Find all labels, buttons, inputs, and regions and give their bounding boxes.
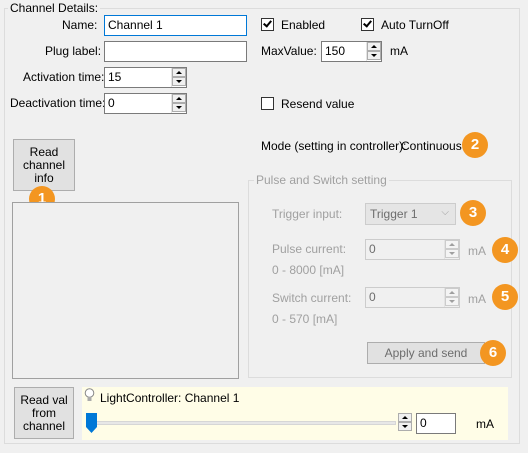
mode-value: Continuous	[401, 139, 462, 153]
deactivation-time-value: 0	[108, 96, 115, 110]
badge-6: 6	[480, 340, 506, 366]
spin-down-icon[interactable]	[367, 51, 381, 60]
checkmark-icon	[363, 18, 372, 28]
maxvalue-value: 150	[325, 44, 346, 58]
brightness-slider[interactable]	[86, 413, 396, 433]
spin-up-icon[interactable]	[445, 240, 459, 249]
resend-value-checkbox[interactable]	[261, 97, 274, 110]
channel-info-panel	[12, 202, 239, 379]
spin-down-icon[interactable]	[172, 77, 186, 86]
name-input[interactable]: Channel 1	[104, 15, 247, 36]
name-label: Name:	[62, 18, 98, 32]
mode-label: Mode (setting in controller):	[261, 139, 407, 153]
spin-up-icon[interactable]	[398, 413, 412, 422]
deactivation-time-stepper[interactable]: 0	[104, 93, 187, 114]
switch-current-value: 0	[369, 290, 376, 304]
slider-track	[86, 421, 396, 425]
activation-time-stepper[interactable]: 15	[104, 67, 187, 88]
value-text: 0	[420, 416, 427, 430]
trigger-input-value: Trigger 1	[370, 207, 418, 221]
badge-5: 5	[492, 284, 518, 310]
pulse-current-value: 0	[369, 242, 376, 256]
spin-down-icon[interactable]	[445, 249, 459, 258]
slider-thumb[interactable]	[86, 413, 97, 433]
checkmark-icon	[263, 18, 272, 28]
auto-turnoff-label: Auto TurnOff	[381, 18, 449, 32]
maxvalue-stepper[interactable]: 150	[321, 41, 382, 62]
read-val-line3: channel	[22, 419, 66, 433]
activation-time-value: 15	[108, 70, 122, 84]
spin-up-icon[interactable]	[172, 94, 186, 103]
activation-time-label: Activation time:	[23, 70, 105, 84]
badge-2: 2	[462, 132, 488, 158]
spin-up-icon[interactable]	[172, 68, 186, 77]
enabled-checkbox[interactable]	[261, 18, 274, 31]
badge-3: 3	[460, 200, 486, 226]
value-stepper[interactable]: 0	[398, 413, 457, 434]
read-channel-info-line3: info	[34, 171, 54, 185]
apply-and-send-button[interactable]: Apply and send	[367, 342, 485, 364]
pulse-current-stepper[interactable]: 0	[365, 239, 460, 260]
value-unit: mA	[476, 417, 494, 431]
spin-up-icon[interactable]	[445, 288, 459, 297]
trigger-input-dropdown[interactable]: Trigger 1 ⌵	[365, 203, 456, 225]
light-controller-panel: LightController: Channel 1 0 mA	[82, 387, 508, 440]
spin-down-icon[interactable]	[398, 422, 412, 431]
pulse-current-label: Pulse current:	[272, 242, 347, 256]
pulse-switch-legend: Pulse and Switch setting	[254, 173, 389, 187]
plug-label-label: Plug label:	[45, 44, 102, 58]
read-val-from-channel-button[interactable]: Read val from channel	[14, 387, 74, 439]
value-input[interactable]: 0	[416, 413, 456, 434]
chevron-down-icon: ⌵	[441, 207, 449, 218]
pulse-current-range: 0 - 8000 [mA]	[272, 263, 345, 277]
spin-up-icon[interactable]	[367, 42, 381, 51]
spin-down-icon[interactable]	[445, 297, 459, 306]
switch-current-label: Switch current:	[272, 291, 352, 305]
lightbulb-icon	[84, 388, 95, 403]
switch-current-stepper[interactable]: 0	[365, 287, 460, 308]
maxvalue-unit: mA	[390, 44, 408, 58]
plug-label-input[interactable]	[104, 41, 247, 62]
deactivation-time-label: Deactivation time:	[10, 96, 106, 110]
switch-current-unit: mA	[468, 292, 486, 306]
light-controller-title: LightController: Channel 1	[100, 391, 240, 405]
trigger-input-label: Trigger input:	[272, 207, 343, 221]
switch-current-range: 0 - 570 [mA]	[272, 312, 338, 326]
maxvalue-label: MaxValue:	[261, 44, 317, 58]
badge-4: 4	[492, 237, 518, 263]
spin-down-icon[interactable]	[172, 103, 186, 112]
enabled-label: Enabled	[281, 18, 326, 32]
resend-value-label: Resend value	[281, 97, 355, 111]
auto-turnoff-checkbox[interactable]	[361, 18, 374, 31]
read-channel-info-button[interactable]: Read channel info	[13, 139, 75, 191]
channel-details-legend: Channel Details:	[8, 1, 101, 15]
pulse-current-unit: mA	[468, 244, 486, 258]
